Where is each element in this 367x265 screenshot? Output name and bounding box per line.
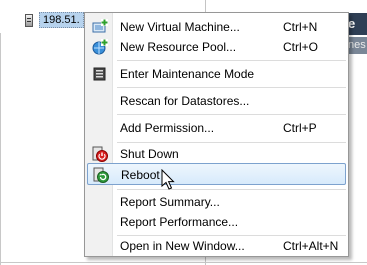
menu-item-label: New Virtual Machine... xyxy=(120,20,240,34)
menu-separator xyxy=(117,114,346,115)
menu-item-new-resource-pool[interactable]: New Resource Pool... Ctrl+O xyxy=(87,36,346,58)
new-resource-pool-icon xyxy=(92,39,108,55)
menu-item-label: Rescan for Datastores... xyxy=(120,94,250,108)
mouse-cursor-icon xyxy=(161,169,175,190)
menu-item-report-summary[interactable]: Report Summary... xyxy=(87,191,346,213)
menu-separator xyxy=(117,189,346,190)
menu-item-shortcut: Ctrl+Alt+N xyxy=(283,239,339,253)
maintenance-icon xyxy=(93,67,106,81)
menu-item-report-performance[interactable]: Report Performance... xyxy=(87,211,346,233)
menu-item-label: Report Performance... xyxy=(120,215,239,229)
menu-item-label: Enter Maintenance Mode xyxy=(120,67,255,81)
menu-item-shortcut: Ctrl+O xyxy=(283,40,319,54)
menu-item-new-virtual-machine[interactable]: New Virtual Machine... Ctrl+N xyxy=(87,16,346,38)
menu-item-label: Report Summary... xyxy=(120,195,220,209)
menu-item-shortcut: Ctrl+N xyxy=(283,20,318,34)
host-context-menu: New Virtual Machine... Ctrl+N New Resour… xyxy=(84,12,349,257)
menu-separator xyxy=(117,60,346,61)
menu-item-add-permission[interactable]: Add Permission... Ctrl+P xyxy=(87,117,346,139)
detail-tab[interactable]: nes xyxy=(347,37,367,54)
shutdown-icon xyxy=(92,146,108,162)
host-label[interactable]: 198.51. xyxy=(39,12,84,28)
menu-item-open-in-new-window[interactable]: Open in New Window... Ctrl+Alt+N xyxy=(87,235,346,257)
menu-item-label: New Resource Pool... xyxy=(120,40,237,54)
menu-item-shut-down[interactable]: Shut Down xyxy=(87,143,346,165)
bottom-rule xyxy=(0,262,367,263)
menu-item-reboot[interactable]: Reboot xyxy=(87,163,346,185)
reboot-icon xyxy=(93,167,109,183)
menu-item-shortcut: Ctrl+P xyxy=(283,121,317,135)
tree-guide-line xyxy=(0,33,1,265)
menu-item-label: Open in New Window... xyxy=(120,239,245,253)
menu-item-label: Add Permission... xyxy=(120,121,215,135)
server-icon xyxy=(25,13,33,27)
menu-item-enter-maintenance-mode[interactable]: Enter Maintenance Mode xyxy=(87,63,346,85)
menu-item-label: Shut Down xyxy=(120,147,179,161)
menu-item-label: Reboot xyxy=(121,168,160,182)
menu-item-rescan-for-datastores[interactable]: Rescan for Datastores... xyxy=(87,90,346,112)
new-vm-icon xyxy=(92,19,108,33)
host-tree-node[interactable]: 198.51. xyxy=(25,12,84,28)
menu-separator xyxy=(117,87,346,88)
